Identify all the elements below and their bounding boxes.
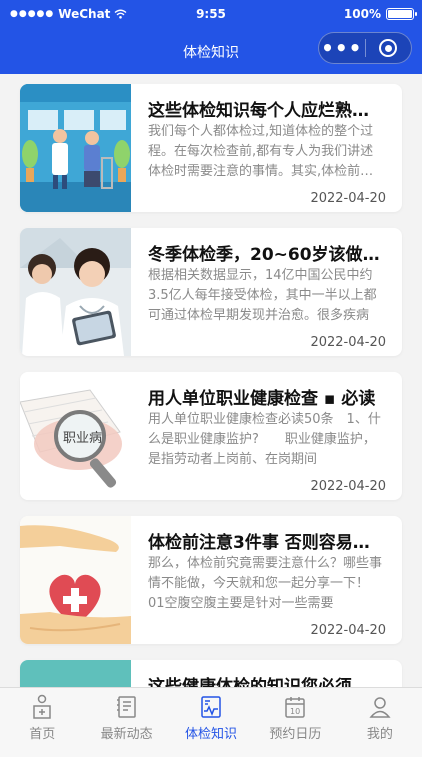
top-bar: ●●●●● WeChat 9:55 100% 体检知识 •••	[0, 0, 422, 74]
user-icon	[369, 697, 391, 718]
article-title: 这些体检知识每个人应烂熟于心	[148, 101, 380, 121]
clinic-illustration	[20, 84, 131, 212]
battery-icon	[386, 8, 417, 20]
tab-label: 体检知识	[185, 727, 238, 742]
tab-bar: 首页 最新动态 体检知识 10 预约日历 我的	[0, 687, 422, 757]
tab-news[interactable]: 最新动态	[84, 688, 168, 757]
heart-hands-illustration	[20, 516, 131, 644]
knowledge-chart-icon	[201, 696, 221, 718]
article-title: 用人单位职业健康检查 ▪ 必读	[148, 389, 376, 409]
article-date: 2022-04-20	[310, 335, 386, 350]
tab-label: 首页	[29, 727, 56, 742]
article-summary: 用人单位职业健康检查必读50条 1、什么是职业健康监护? 职业健康监护，是指劳动…	[148, 412, 381, 467]
article-card[interactable]: 职业病 用人单位职业健康检查 ▪ 必读 用人单位职业健康检查必读50条 1、什么…	[20, 372, 402, 500]
article-card[interactable]: 这些体检知识每个人应烂熟于心 我们每个人都体检过,知道体检的整个过程。在每次检查…	[20, 84, 402, 212]
article-card[interactable]: 体检前注意3件事 否则容易白检 那么，体检前究竟需要注意什么？哪些事情不能做，今…	[20, 516, 402, 644]
teal-illustration	[20, 660, 131, 687]
tab-label: 预约日历	[269, 727, 322, 742]
calendar-icon: 10	[285, 697, 306, 718]
article-title: 体检前注意3件事 否则容易白检	[148, 533, 380, 553]
magnifier-label: 职业病	[63, 431, 102, 446]
mini-program-capsule: •••	[318, 32, 412, 64]
target-close-icon[interactable]	[365, 39, 411, 57]
tab-calendar[interactable]: 10 预约日历	[253, 688, 337, 757]
app-screen: ●●●●● WeChat 9:55 100% 体检知识 ••• 这些体检知识每个…	[0, 0, 422, 757]
article-date: 2022-04-20	[310, 623, 386, 638]
article-summary: 根据相关数据显示，14亿中国公民中约3.5亿人每年接受体检，其中一半以上都可通过…	[148, 268, 377, 323]
tab-home[interactable]: 首页	[0, 688, 84, 757]
article-date: 2022-04-20	[310, 479, 386, 494]
home-medical-icon	[33, 694, 51, 719]
article-date: 2022-04-20	[310, 191, 386, 206]
article-title: 冬季体检季，20~60岁该做哪些检查	[148, 245, 380, 265]
more-dots-icon[interactable]: •••	[319, 38, 365, 58]
tab-profile[interactable]: 我的	[338, 688, 422, 757]
article-summary: 那么，体检前究竟需要注意什么？哪些事情不能做，今天就和您一起分享一下！01空腹空…	[148, 556, 383, 611]
article-summary: 我们每个人都体检过,知道体检的整个过程。在每次检查前,都有专人为我们讲述体检时需…	[148, 124, 374, 179]
news-list-icon	[116, 696, 136, 718]
magnifier-illustration: 职业病	[20, 372, 131, 500]
battery-percent: 100%	[343, 7, 381, 21]
article-title: 这些健康体检的知识您必须知道	[148, 677, 380, 687]
svg-text:10: 10	[290, 707, 300, 716]
status-bar: ●●●●● WeChat 9:55 100%	[0, 0, 422, 28]
article-list[interactable]: 这些体检知识每个人应烂熟于心 我们每个人都体检过,知道体检的整个过程。在每次检查…	[0, 74, 422, 687]
doctors-photo	[20, 228, 131, 356]
tab-label: 我的	[366, 727, 393, 742]
tab-knowledge[interactable]: 体检知识	[169, 688, 253, 757]
tab-label: 最新动态	[100, 727, 153, 742]
article-card[interactable]: 冬季体检季，20~60岁该做哪些检查 根据相关数据显示，14亿中国公民中约3.5…	[20, 228, 402, 356]
status-right: 100%	[343, 7, 417, 21]
article-card[interactable]: 这些健康体检的知识您必须知道	[20, 660, 402, 687]
